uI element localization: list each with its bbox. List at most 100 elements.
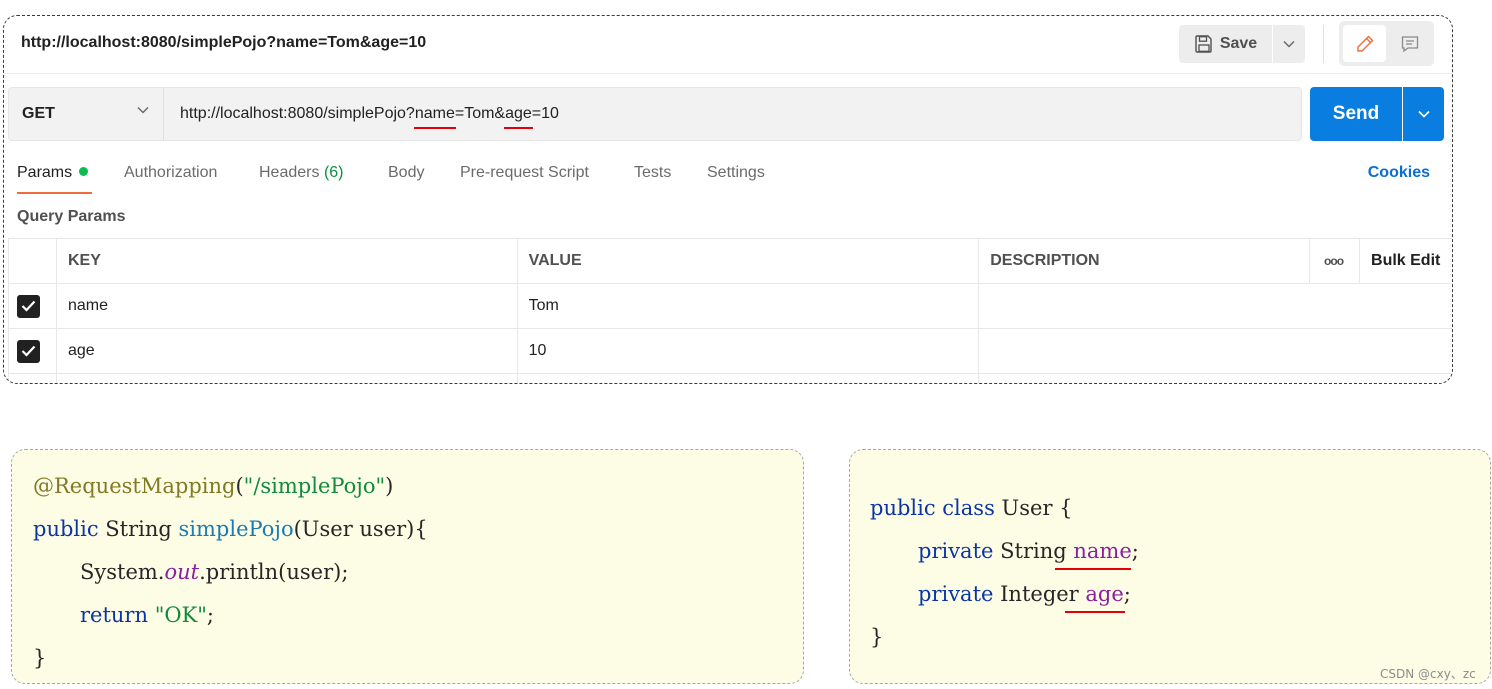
headers-count: (6) bbox=[323, 164, 344, 181]
check-icon bbox=[21, 300, 36, 312]
field-name-token: name bbox=[1073, 539, 1132, 563]
comments-button[interactable] bbox=[1388, 25, 1431, 62]
paren-token: ) bbox=[385, 474, 394, 498]
table-row: name Tom bbox=[8, 283, 1452, 329]
row-checkbox[interactable] bbox=[17, 339, 40, 363]
column-header-description: DESCRIPTION bbox=[978, 238, 1311, 284]
send-button[interactable]: Send bbox=[1310, 87, 1402, 141]
code-line-println: System.out.println(user); bbox=[80, 560, 348, 584]
postman-request-panel: http://localhost:8080/simplePojo?name=To… bbox=[3, 15, 1453, 384]
empty-cell bbox=[8, 373, 57, 383]
table-row: age 10 bbox=[8, 328, 1452, 374]
chevron-down-icon bbox=[1417, 110, 1430, 118]
params-token: (User user){ bbox=[293, 517, 428, 541]
param-value-cell[interactable]: Tom bbox=[516, 283, 980, 329]
chevron-down-icon bbox=[1283, 40, 1295, 48]
query-params-title: Query Params bbox=[17, 208, 126, 225]
url-input[interactable]: http://localhost:8080/simplePojo?name=To… bbox=[180, 105, 559, 123]
url-param-name-value: =Tom& bbox=[454, 105, 506, 122]
save-button-label: Save bbox=[1219, 35, 1258, 52]
tab-body[interactable]: Body bbox=[388, 164, 424, 182]
static-field-token: out bbox=[164, 560, 200, 584]
tab-params-label: Params bbox=[17, 164, 73, 181]
age-field-underline bbox=[1065, 611, 1125, 613]
code-line-field-age: private Integer age; bbox=[918, 582, 1131, 606]
new-value-cell[interactable] bbox=[516, 373, 980, 383]
column-header-value: VALUE bbox=[516, 238, 980, 284]
param-key-cell[interactable]: age bbox=[55, 328, 518, 374]
code-token: ; bbox=[206, 603, 214, 627]
pencil-icon bbox=[1356, 35, 1373, 52]
save-button[interactable]: Save bbox=[1179, 25, 1272, 63]
request-title-bar: http://localhost:8080/simplePojo?name=To… bbox=[4, 16, 1452, 74]
tab-headers[interactable]: Headers (6) bbox=[259, 164, 344, 182]
comment-icon bbox=[1401, 35, 1418, 52]
url-param-age: age bbox=[505, 105, 532, 122]
code-line-field-name: private String name; bbox=[918, 539, 1139, 563]
chevron-down-icon bbox=[137, 106, 149, 114]
keyword-token: private bbox=[918, 582, 994, 606]
code-token: System. bbox=[80, 560, 165, 584]
code-line-close: } bbox=[870, 625, 884, 649]
code-token: ; bbox=[1123, 582, 1131, 606]
query-params-table: KEY VALUE DESCRIPTION ooo Bulk Edit name… bbox=[8, 238, 1452, 383]
tab-headers-label: Headers bbox=[259, 164, 320, 181]
annotation-token: @RequestMapping bbox=[33, 474, 236, 498]
view-mode-toggle bbox=[1339, 21, 1434, 66]
cookies-link[interactable]: Cookies bbox=[1368, 164, 1430, 182]
code-line-return: return "OK"; bbox=[80, 603, 214, 627]
bulk-edit-button[interactable]: Bulk Edit bbox=[1359, 238, 1452, 284]
edit-mode-button[interactable] bbox=[1343, 25, 1386, 62]
tab-params[interactable]: Params bbox=[17, 164, 93, 194]
param-key-cell[interactable]: name bbox=[55, 283, 518, 329]
type-token: String bbox=[98, 517, 179, 541]
floppy-disk-icon bbox=[1195, 35, 1212, 53]
http-method-select[interactable]: GET bbox=[9, 88, 164, 140]
url-param-name: name bbox=[414, 105, 455, 122]
code-line-close: } bbox=[33, 646, 47, 670]
code-line-signature: public String simplePojo(User user){ bbox=[33, 517, 428, 541]
request-name[interactable]: http://localhost:8080/simplePojo?name=To… bbox=[21, 34, 426, 52]
params-active-dot bbox=[79, 167, 89, 176]
more-options-button[interactable]: ooo bbox=[1309, 238, 1361, 284]
tab-authorization[interactable]: Authorization bbox=[124, 164, 217, 182]
keyword-token: return bbox=[80, 603, 148, 627]
url-param-age-value: =10 bbox=[531, 105, 559, 122]
tab-settings[interactable]: Settings bbox=[707, 164, 765, 182]
checkbox-column-header bbox=[8, 238, 57, 284]
paren-token: ( bbox=[235, 474, 244, 498]
check-icon bbox=[21, 345, 36, 357]
keyword-token: public bbox=[870, 496, 936, 520]
param-description-cell[interactable] bbox=[978, 328, 1452, 374]
method-name-token: simplePojo bbox=[178, 517, 294, 541]
save-options-button[interactable] bbox=[1273, 25, 1305, 63]
param-description-cell[interactable] bbox=[978, 283, 1452, 329]
row-checkbox-cell bbox=[8, 283, 57, 329]
name-field-underline bbox=[1055, 568, 1131, 570]
tab-tests[interactable]: Tests bbox=[634, 164, 671, 182]
column-header-key: KEY bbox=[55, 238, 518, 284]
keyword-token: public bbox=[33, 517, 99, 541]
table-row-empty bbox=[8, 373, 1452, 383]
http-method-label: GET bbox=[22, 105, 55, 122]
keyword-token: class bbox=[942, 496, 995, 520]
watermark: CSDN @cxy、zc bbox=[1380, 667, 1476, 681]
row-checkbox-cell bbox=[8, 328, 57, 374]
send-options-button[interactable] bbox=[1403, 87, 1444, 141]
code-token: ; bbox=[1131, 539, 1139, 563]
code-token: .println(user); bbox=[199, 560, 349, 584]
string-token: "OK" bbox=[154, 603, 207, 627]
keyword-token: private bbox=[918, 539, 994, 563]
tab-pre-request-script[interactable]: Pre-request Script bbox=[460, 164, 589, 182]
param-value-cell[interactable]: 10 bbox=[516, 328, 980, 374]
row-checkbox[interactable] bbox=[17, 294, 40, 318]
controller-code-snippet: @RequestMapping("/simplePojo") public St… bbox=[11, 449, 804, 684]
toolbar-divider bbox=[1323, 25, 1324, 63]
request-tabs: Params Authorization Headers (6) Body Pr… bbox=[4, 162, 1452, 194]
new-key-cell[interactable] bbox=[55, 373, 518, 383]
code-line-annotation: @RequestMapping("/simplePojo") bbox=[33, 474, 393, 498]
type-token: Integer bbox=[993, 582, 1086, 606]
user-class-code-snippet: public class User { private String name;… bbox=[849, 449, 1491, 684]
new-description-cell[interactable] bbox=[978, 373, 1452, 383]
mapping-path-token: "/simplePojo" bbox=[243, 474, 386, 498]
